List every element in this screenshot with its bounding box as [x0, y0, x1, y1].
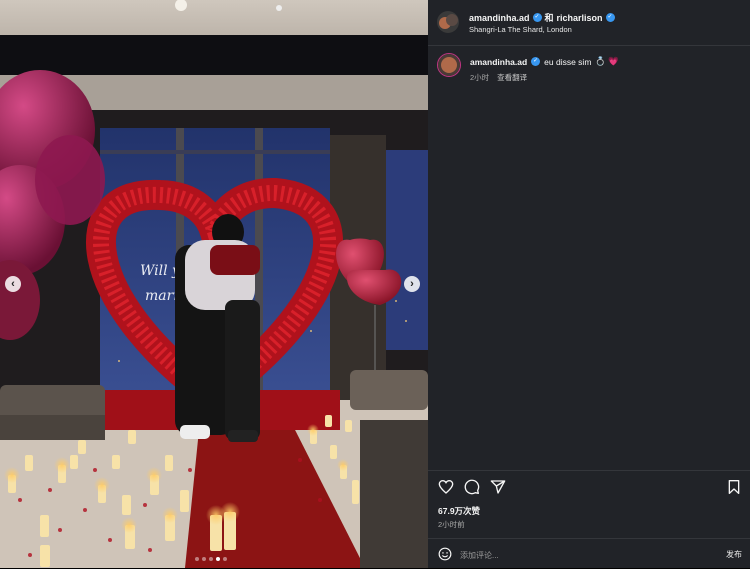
avatar[interactable]: [437, 11, 459, 33]
action-bar: [428, 470, 750, 501]
carousel-dot: [195, 557, 199, 561]
post-photo[interactable]: Will you marry me: [0, 0, 428, 568]
collaborator-username[interactable]: richarlison: [557, 13, 603, 23]
bookmark-icon[interactable]: [726, 479, 742, 495]
caption: amandinha.ad ✓ eu disse sim 💍 💗: [470, 56, 619, 67]
location-link[interactable]: Shangri-La The Shard, London: [469, 25, 572, 34]
post-comment-button[interactable]: 发布: [726, 549, 742, 560]
caption-time: 2小时: [470, 73, 490, 82]
caption-username[interactable]: amandinha.ad: [470, 57, 527, 67]
post-header: amandinha.ad ✓ 和 richarlison ✓ Shangri-L…: [428, 0, 750, 46]
proposal-scene-image: Will you marry me: [0, 0, 428, 568]
see-translation-link[interactable]: 查看翻译: [497, 72, 527, 83]
heart-icon[interactable]: [438, 479, 454, 495]
carousel-prev-button[interactable]: ‹: [5, 276, 21, 292]
verified-badge-icon: ✓: [605, 13, 615, 22]
post-detail-panel: amandinha.ad ✓ 和 richarlison ✓ Shangri-L…: [428, 0, 750, 568]
verified-badge-icon: ✓: [532, 13, 542, 22]
post-time: 2小时前: [438, 520, 465, 529]
instagram-post-view: Will you marry me: [0, 0, 750, 568]
emoji-icon[interactable]: [438, 547, 452, 561]
carousel-dot: [209, 557, 213, 561]
comment-bar: 发布: [428, 538, 750, 569]
author-username[interactable]: amandinha.ad: [469, 13, 530, 23]
carousel-next-button[interactable]: ›: [404, 276, 420, 292]
carousel-dot-active: [216, 557, 220, 561]
collab-and-label: 和: [544, 13, 554, 23]
comment-input[interactable]: [458, 546, 682, 564]
caption-avatar[interactable]: [437, 53, 461, 77]
verified-badge-icon: ✓: [531, 57, 541, 66]
comment-icon[interactable]: [464, 479, 480, 495]
caption-text: eu disse sim: [544, 56, 592, 67]
like-count[interactable]: 67.9万次赞: [438, 505, 480, 517]
profile-photo-icon: [438, 54, 460, 76]
share-icon[interactable]: [490, 479, 506, 495]
carousel-dot: [202, 557, 206, 561]
profile-photo-icon: [437, 11, 459, 33]
carousel-indicator: [195, 557, 227, 561]
caption-meta: 2小时 查看翻译: [470, 72, 527, 83]
caption-emojis: 💍 💗: [595, 56, 619, 66]
carousel-dot: [223, 557, 227, 561]
